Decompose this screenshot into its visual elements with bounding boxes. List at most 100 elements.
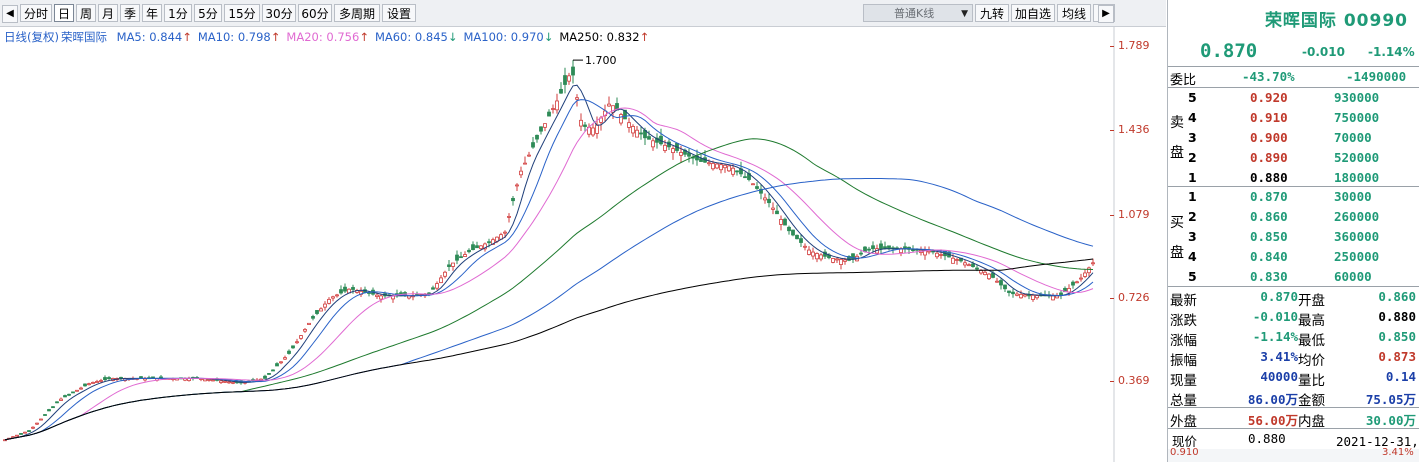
candle-body: [263, 375, 267, 379]
period-button-4[interactable]: 季: [120, 4, 140, 22]
candle-body: [531, 142, 535, 148]
candle-body: [343, 286, 347, 292]
ma-legend: 日线(复权) 荣晖国际 MA5: 0.844↑ MA10: 0.798↑ MA20: …: [4, 29, 661, 45]
candle-body: [1035, 295, 1039, 299]
price-axis-tick: [1110, 46, 1114, 47]
period-button-6[interactable]: 1分: [164, 4, 192, 22]
period-button-5[interactable]: 年: [142, 4, 162, 22]
ask-volume: 930000: [1334, 90, 1380, 105]
candle-body: [95, 381, 99, 384]
candle-body: [379, 295, 383, 300]
candle-body: [443, 271, 447, 277]
period-button-0[interactable]: 分时: [20, 4, 52, 22]
bid-level: 4: [1188, 249, 1197, 264]
ask-volume: 520000: [1334, 150, 1380, 165]
period-button-8[interactable]: 15分: [224, 4, 260, 22]
stat-row: 最新 0.870 开盘 0.860: [1168, 287, 1419, 309]
candle-body: [1091, 262, 1095, 265]
candle-body: [551, 108, 555, 110]
candle-body: [311, 316, 315, 319]
bid-price: 0.840: [1250, 249, 1288, 264]
candle-body: [955, 259, 959, 261]
chart-style-label: 普通K线: [894, 7, 935, 20]
stat-label: 开盘: [1298, 293, 1325, 309]
period-button-9[interactable]: 30分: [262, 4, 296, 22]
stat-value: 0.860: [1378, 289, 1416, 304]
period-button-7[interactable]: 5分: [194, 4, 222, 22]
candle-body: [711, 163, 715, 170]
bid-price: 0.830: [1250, 269, 1288, 284]
candle-body: [535, 134, 539, 140]
candle-body: [1051, 295, 1055, 301]
bid-volume: 60000: [1334, 269, 1372, 284]
ma-value: 0.844: [149, 30, 183, 44]
stat-row: 总量 86.00万 金额 75.05万: [1168, 387, 1419, 409]
stat-label: 总量: [1170, 393, 1197, 409]
candle-body: [815, 253, 819, 260]
price-axis-label: 0.369: [1118, 374, 1150, 387]
current-price-row: 现价 0.880 2021-12-31,五: [1168, 429, 1419, 449]
candle-body: [227, 381, 231, 384]
ma-name: MA20: [286, 30, 319, 44]
stat-value: 0.850: [1378, 329, 1416, 344]
bid-level: 3: [1188, 229, 1197, 244]
arrow-up-icon: ↑: [182, 30, 192, 44]
ma-legend-ma5: MA5: 0.844↑: [116, 30, 192, 44]
period-button-2[interactable]: 周: [76, 4, 96, 22]
candle-body: [335, 294, 339, 297]
bid-volume: 250000: [1334, 249, 1380, 264]
candle-body: [663, 144, 667, 151]
stat-label: 涨幅: [1170, 333, 1197, 349]
toolbar-right-button-2[interactable]: 均线: [1057, 4, 1091, 22]
candle-body: [527, 154, 531, 157]
candle-body: [975, 267, 979, 270]
period-button-12[interactable]: 设置: [382, 4, 416, 22]
candle-body: [595, 124, 599, 134]
candle-body: [83, 383, 87, 387]
candle-body: [563, 75, 567, 85]
toolbar-right-button-1[interactable]: 加自选: [1011, 4, 1055, 22]
stat-label: 涨跌: [1170, 313, 1197, 329]
candle-body: [1019, 293, 1023, 299]
ma-value: 0.798: [237, 30, 271, 44]
candle-body: [287, 350, 291, 354]
candle-body: [687, 152, 691, 157]
candle-body: [1007, 290, 1011, 293]
period-button-10[interactable]: 60分: [298, 4, 332, 22]
toolbar-right-button-0[interactable]: 九转: [975, 4, 1009, 22]
nav-prev-icon[interactable]: ◀: [2, 5, 18, 23]
sell-side-label: 卖盘: [1170, 108, 1186, 168]
ma5-line: [4, 84, 1094, 441]
ask-row: 1 0.880 180000: [1168, 168, 1419, 188]
candle-body: [751, 183, 755, 186]
ask-price: 0.900: [1250, 130, 1288, 145]
kline-chart[interactable]: 1.700: [0, 27, 1166, 462]
candle-body: [771, 207, 775, 210]
buy-side-label: 买盘: [1170, 208, 1186, 268]
stat-label: 均价: [1298, 353, 1325, 369]
candle-body: [807, 249, 811, 255]
candle-body: [319, 308, 323, 312]
candle-body: [1075, 281, 1079, 284]
candle-body: [911, 249, 915, 252]
current-price-value: 0.880: [1248, 431, 1286, 446]
ask-row: 2 0.890 520000: [1168, 148, 1419, 168]
candle-body: [1059, 292, 1063, 296]
candle-body: [467, 249, 471, 253]
ask-volume: 180000: [1334, 170, 1380, 185]
candle-body: [203, 378, 207, 382]
price-axis-tick: [1110, 381, 1114, 382]
chart-style-select[interactable]: 普通K线 ▼: [863, 4, 973, 22]
period-button-3[interactable]: 月: [98, 4, 118, 22]
arrow-down-icon: ↓: [447, 30, 458, 44]
stat-label: 外盘: [1170, 414, 1197, 430]
price-axis-label: 0.726: [1118, 291, 1150, 304]
period-button-11[interactable]: 多周期: [334, 4, 380, 22]
candle-body: [835, 258, 839, 261]
period-button-1[interactable]: 日: [54, 4, 74, 22]
candle-body: [707, 162, 711, 165]
nav-next-icon[interactable]: ▶: [1098, 5, 1114, 23]
kline-canvas[interactable]: 1.700: [0, 27, 1166, 462]
stock-name: 荣晖国际: [60, 30, 107, 44]
candle-body: [987, 273, 991, 280]
